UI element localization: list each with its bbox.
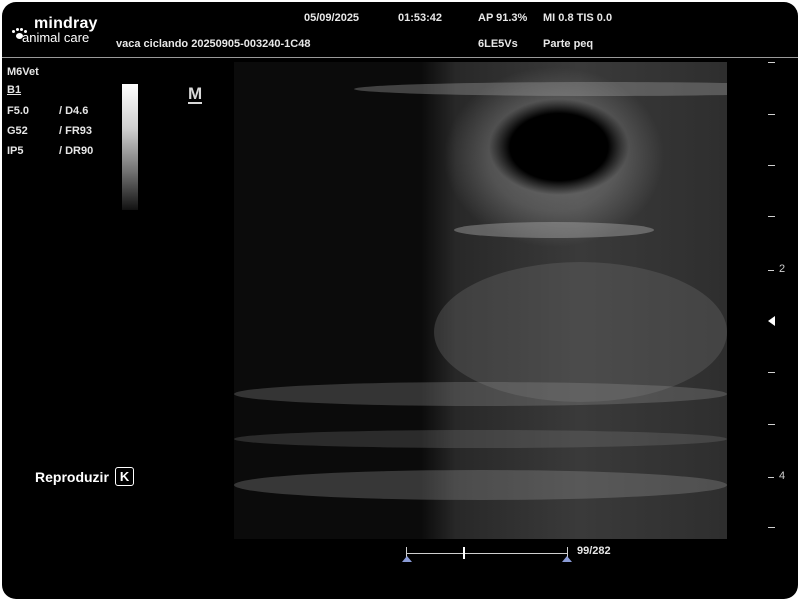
depth-tick [768,165,775,166]
grayscale-bar [122,84,138,210]
cine-scrollbar[interactable] [402,547,572,562]
focus-marker-icon[interactable] [768,316,775,326]
param-frequency: F5.0 [7,105,30,117]
mindray-logo: mindray animal care [12,16,98,45]
depth-tick [768,62,775,63]
imaging-mode: B1 [7,84,22,96]
depth-tick [768,270,774,271]
patient-info: vaca ciclando 20250905-003240-1C48 [116,38,311,50]
tissue-band [234,470,727,500]
tissue-band [234,430,727,448]
cine-track [406,553,568,554]
tissue-band [234,382,727,406]
tissue-band [454,222,654,238]
replay-hint[interactable]: Reproduzir K [35,467,135,486]
depth-label-2: 2 [779,263,786,275]
orientation-mark: M [188,84,203,104]
depth-tick [768,372,775,373]
exam-date: 05/09/2025 [304,12,360,24]
param-gain: G52 [7,125,28,137]
tissue-region [434,262,727,402]
replay-label: Reproduzir [35,468,109,485]
tissue-band [354,82,727,96]
param-dynamic-range: / DR90 [59,145,94,157]
exam-preset: Parte peq [543,38,594,50]
depth-tick [768,424,775,425]
param-image-process: IP5 [7,145,24,157]
depth-tick [768,527,775,528]
ultrasound-image[interactable] [234,62,727,539]
cine-end-marker-icon[interactable] [562,556,572,562]
cine-start-marker-icon[interactable] [402,556,412,562]
depth-tick [768,114,775,115]
depth-tick [768,477,774,478]
device-model: M6Vet [7,66,39,78]
cine-frame-counter: 99/282 [577,545,611,557]
depth-label-4: 4 [779,470,786,482]
depth-tick [768,216,775,217]
param-frame-rate: / FR93 [59,125,93,137]
paw-icon [12,28,27,40]
mi-tis: MI 0.8 TIS 0.0 [543,12,613,24]
cine-position-marker[interactable] [463,547,465,559]
header-divider [2,57,798,58]
exam-time: 01:53:42 [398,12,443,24]
replay-key: K [114,467,135,486]
acoustic-power: AP 91.3% [478,12,528,24]
probe-name: 6LE5Vs [478,38,518,50]
ultrasound-screen: mindray animal care 05/09/2025 01:53:42 … [2,2,798,599]
param-depth: / D4.6 [59,105,89,117]
